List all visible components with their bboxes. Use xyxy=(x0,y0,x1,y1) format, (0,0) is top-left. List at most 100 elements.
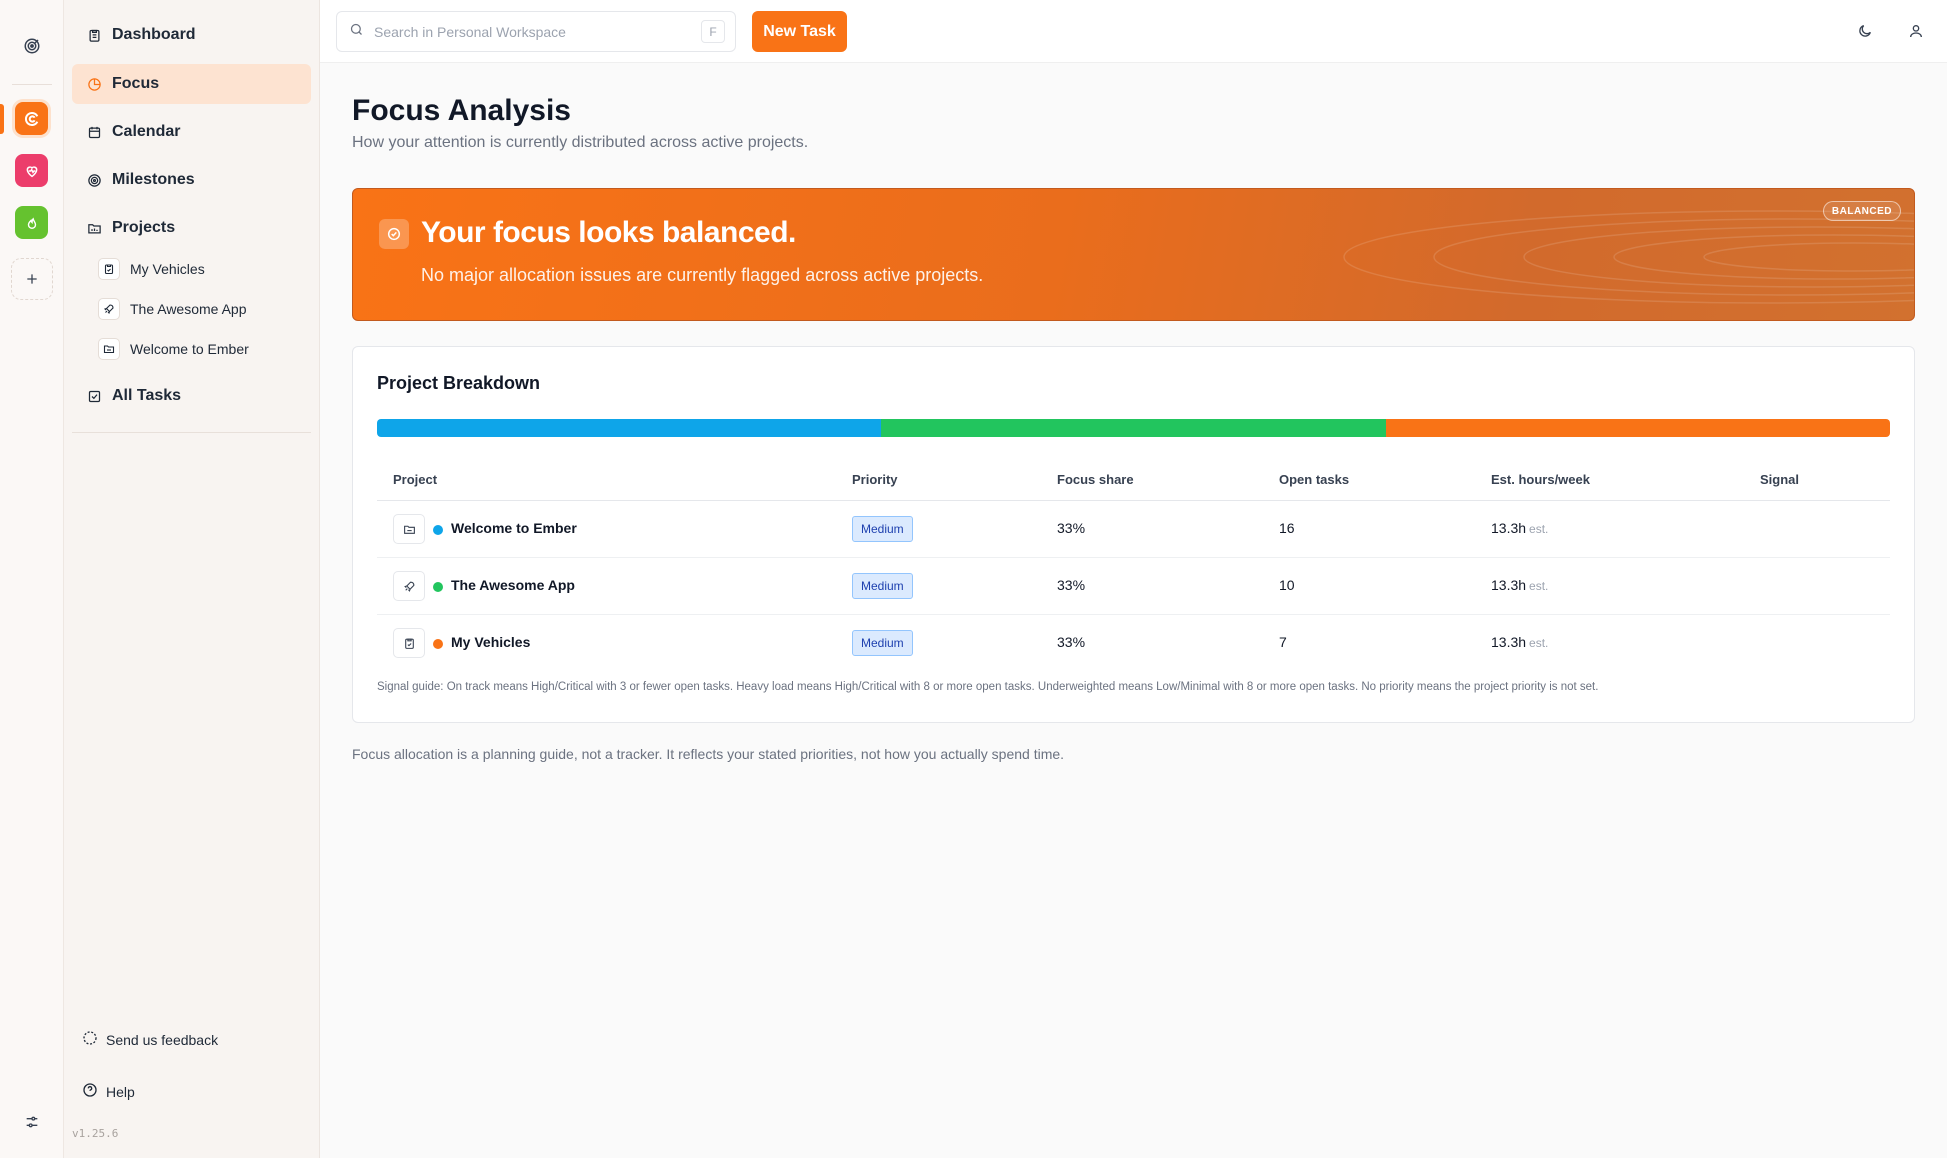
pie-chart-icon xyxy=(86,76,102,92)
project-name[interactable]: Welcome to Ember xyxy=(451,520,577,536)
open-tasks-value: 10 xyxy=(1279,577,1295,593)
project-color-dot xyxy=(433,582,443,592)
column-header-open-tasks: Open tasks xyxy=(1279,472,1350,487)
focus-share-value: 33% xyxy=(1057,520,1086,536)
column-header-focus-share: Focus share xyxy=(1057,472,1134,487)
folder-icon xyxy=(98,338,120,360)
banner-rings-decoration xyxy=(1343,210,1914,304)
active-workspace-indicator xyxy=(0,104,4,134)
sidebar-item-label: All Tasks xyxy=(112,387,182,404)
sidebar: Dashboard Focus Calendar Milestones Proj… xyxy=(64,0,320,1158)
project-color-dot xyxy=(433,525,443,535)
table-row[interactable]: My Vehicles Medium 33% 7 13.3h est. xyxy=(377,615,1890,672)
sidebar-project-label: Welcome to Ember xyxy=(130,341,249,357)
sidebar-item-dashboard[interactable]: Dashboard xyxy=(72,15,311,55)
calendar-icon xyxy=(86,124,102,140)
folder-icon xyxy=(86,220,102,236)
column-header-priority: Priority xyxy=(852,472,898,487)
help-icon xyxy=(82,1082,98,1101)
page-subtitle: How your attention is currently distribu… xyxy=(352,134,809,151)
project-table: Project Priority Focus share Open tasks … xyxy=(377,457,1890,672)
table-header: Project Priority Focus share Open tasks … xyxy=(377,457,1890,501)
sidebar-item-label: Projects xyxy=(112,219,176,236)
app-version: v1.25.6 xyxy=(72,1127,119,1140)
column-header-signal: Signal xyxy=(1760,472,1800,487)
focus-share-value: 33% xyxy=(1057,634,1086,650)
search-icon xyxy=(349,22,364,42)
workspace-rail xyxy=(0,0,64,1158)
focus-status-banner: Your focus looks balanced. No major allo… xyxy=(352,188,1915,321)
status-badge: BALANCED xyxy=(1822,201,1901,221)
allocation-bar xyxy=(377,419,1890,437)
open-tasks-value: 7 xyxy=(1279,634,1287,650)
target-icon xyxy=(86,172,102,188)
folder-icon xyxy=(393,514,425,544)
workspace-fire-button[interactable] xyxy=(15,206,48,239)
est-hours-value: 13.3h est. xyxy=(1491,577,1549,593)
rail-divider xyxy=(12,84,52,85)
sidebar-item-calendar[interactable]: Calendar xyxy=(72,112,311,152)
project-breakdown-card: Project Breakdown Project Priority Focus… xyxy=(352,346,1915,723)
workspace-health-button[interactable] xyxy=(15,154,48,187)
feedback-icon xyxy=(82,1030,98,1049)
main-content: Focus Analysis How your attention is cur… xyxy=(320,63,1947,1158)
page-title: Focus Analysis xyxy=(352,94,571,127)
sidebar-item-label: Calendar xyxy=(112,123,181,140)
priority-badge: Medium xyxy=(852,516,913,542)
project-name[interactable]: My Vehicles xyxy=(451,634,530,650)
project-name[interactable]: The Awesome App xyxy=(451,577,575,593)
feedback-label: Send us feedback xyxy=(106,1031,219,1048)
card-title: Project Breakdown xyxy=(377,373,541,393)
sidebar-project-label: The Awesome App xyxy=(130,301,247,317)
theme-toggle-moon-icon[interactable] xyxy=(1855,21,1875,41)
column-header-est-hours: Est. hours/week xyxy=(1491,472,1590,487)
focus-share-value: 33% xyxy=(1057,577,1086,593)
footnote-text: Focus allocation is a planning guide, no… xyxy=(352,746,1065,762)
sidebar-item-projects[interactable]: Projects xyxy=(72,208,311,248)
search-box[interactable]: F xyxy=(336,11,736,52)
column-header-project: Project xyxy=(393,472,438,487)
workspace-ember-button[interactable] xyxy=(15,102,48,135)
top-bar: F New Task xyxy=(320,0,1947,63)
help-link[interactable]: Help xyxy=(82,1082,135,1101)
priority-badge: Medium xyxy=(852,573,913,599)
rocket-icon xyxy=(393,571,425,601)
heart-icon xyxy=(26,165,37,177)
add-workspace-button[interactable] xyxy=(11,258,53,300)
priority-badge: Medium xyxy=(852,630,913,656)
table-row[interactable]: The Awesome App Medium 33% 10 13.3h est. xyxy=(377,558,1890,615)
banner-title: Your focus looks balanced. xyxy=(421,216,796,249)
clipboard-icon xyxy=(86,27,102,43)
sidebar-project-welcome-to-ember[interactable]: Welcome to Ember xyxy=(98,333,308,365)
settings-sliders-button[interactable] xyxy=(22,1112,42,1132)
sidebar-project-the-awesome-app[interactable]: The Awesome App xyxy=(98,293,308,325)
rocket-icon xyxy=(98,298,120,320)
app-logo-icon[interactable] xyxy=(20,34,44,58)
ember-icon xyxy=(24,111,38,126)
est-hours-value: 13.3h est. xyxy=(1491,634,1549,650)
allocation-segment xyxy=(1385,419,1890,437)
sidebar-item-label: Dashboard xyxy=(112,26,196,43)
sidebar-item-all-tasks[interactable]: All Tasks xyxy=(72,376,311,416)
new-task-button[interactable]: New Task xyxy=(752,11,847,52)
sidebar-project-my-vehicles[interactable]: My Vehicles xyxy=(98,253,308,285)
check-circle-icon xyxy=(379,219,409,249)
sidebar-item-label: Milestones xyxy=(112,171,195,188)
sliders-icon xyxy=(26,1116,38,1128)
sidebar-item-focus[interactable]: Focus xyxy=(72,64,311,104)
clipboard-check-icon xyxy=(98,258,120,280)
open-tasks-value: 16 xyxy=(1279,520,1295,536)
flame-icon xyxy=(27,217,36,229)
sidebar-project-label: My Vehicles xyxy=(130,261,205,277)
sidebar-item-milestones[interactable]: Milestones xyxy=(72,160,311,200)
checkbox-icon xyxy=(86,388,102,404)
search-shortcut-key: F xyxy=(701,20,725,43)
table-row[interactable]: Welcome to Ember Medium 33% 16 13.3h est. xyxy=(377,501,1890,558)
signal-guide-text: Signal guide: On track means High/Critic… xyxy=(377,681,1599,693)
user-profile-icon[interactable] xyxy=(1906,21,1926,41)
allocation-segment xyxy=(881,419,1386,437)
send-feedback-link[interactable]: Send us feedback xyxy=(82,1030,218,1049)
search-input[interactable] xyxy=(374,23,694,40)
help-label: Help xyxy=(106,1083,135,1100)
clipboard-check-icon xyxy=(393,628,425,658)
